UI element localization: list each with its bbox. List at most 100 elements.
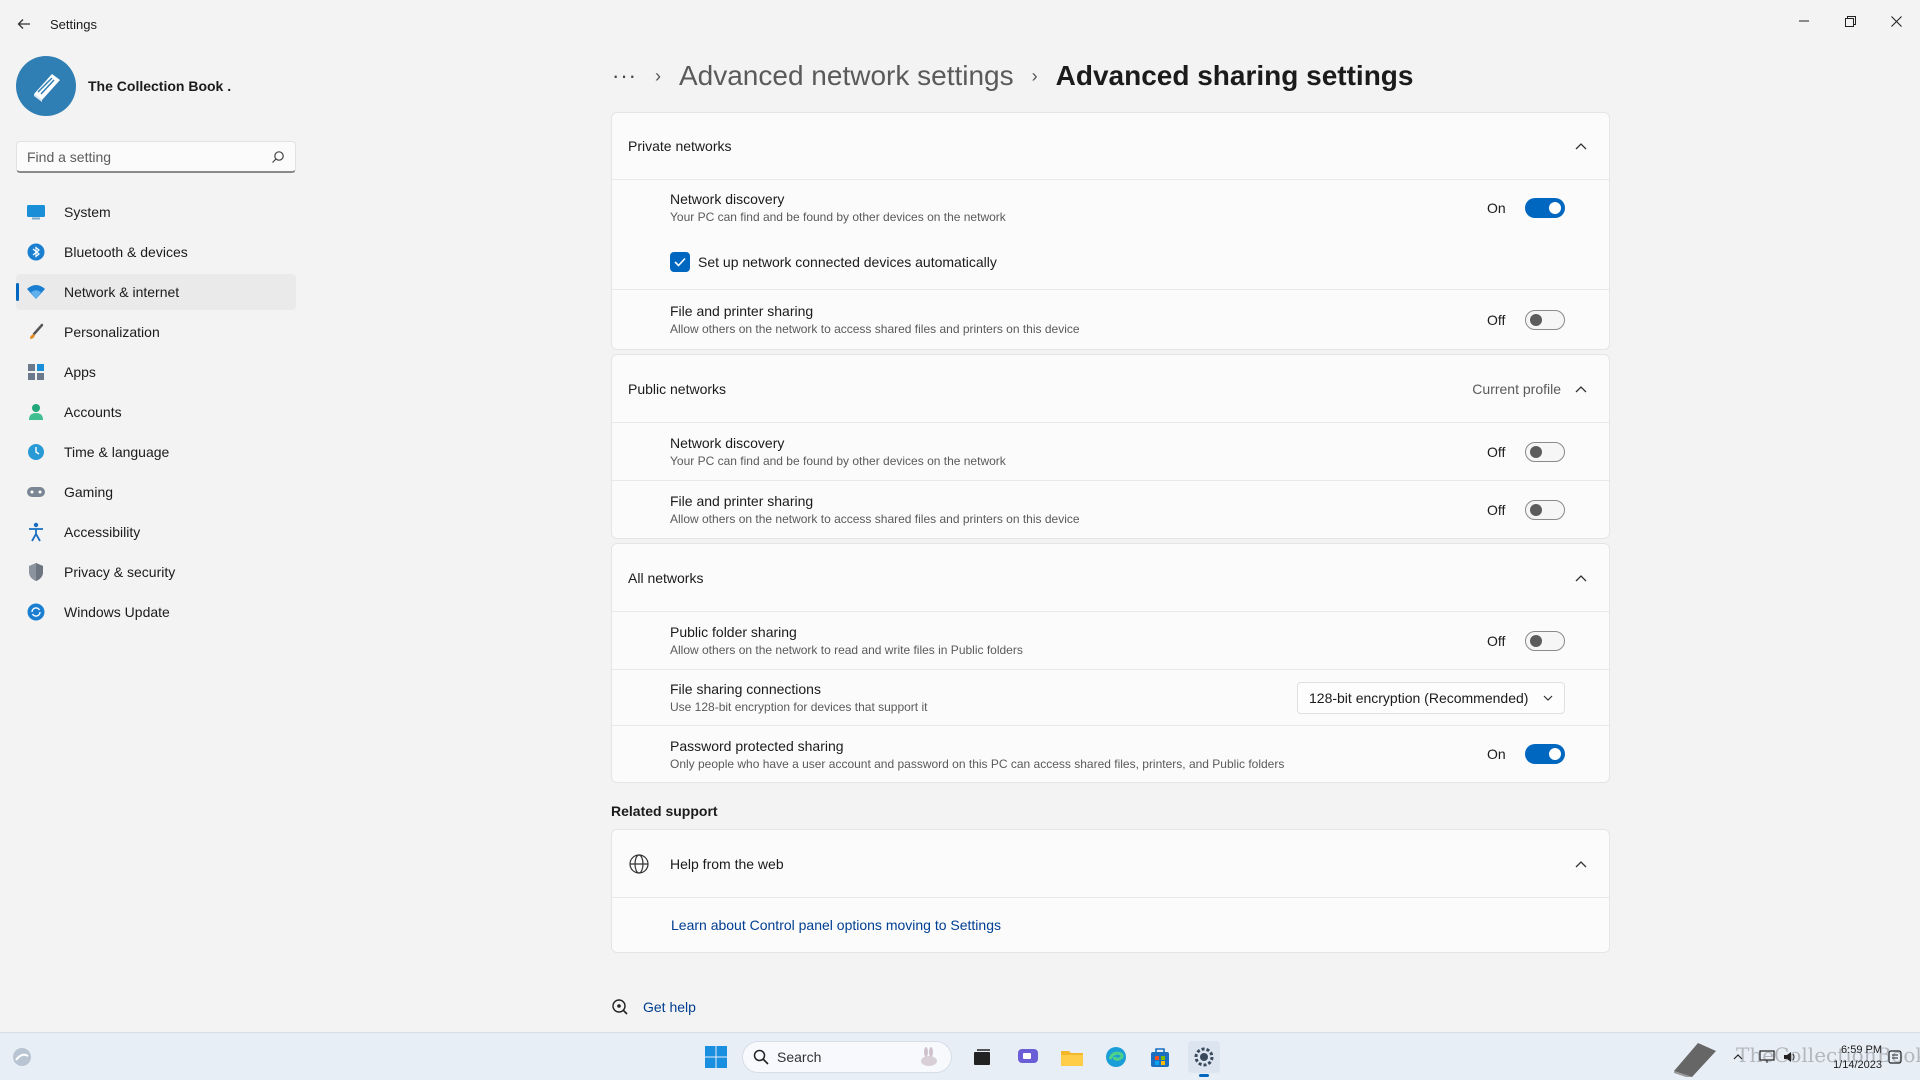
windows-logo-icon [705,1046,727,1068]
get-help-label: Get help [643,999,696,1015]
sidebar-item-bluetooth[interactable]: Bluetooth & devices [16,234,296,270]
chevron-up-icon [1569,860,1593,868]
sidebar-item-personalization[interactable]: Personalization [16,314,296,350]
apps-icon [26,362,46,382]
accessibility-icon [26,522,46,542]
control-panel-link[interactable]: Learn about Control panel options moving… [671,917,1001,933]
checkmark-icon [674,257,686,267]
start-button[interactable] [700,1041,732,1073]
toggle-state-label: Off [1487,501,1506,518]
auto-setup-checkbox[interactable] [670,252,690,272]
sidebar-item-label: Windows Update [64,604,170,620]
search-box[interactable] [16,141,296,173]
sidebar-item-apps[interactable]: Apps [16,354,296,390]
private-networks-header[interactable]: Private networks [612,113,1609,179]
sidebar-item-label: Bluetooth & devices [64,244,188,260]
sidebar-item-accounts[interactable]: Accounts [16,394,296,430]
minimize-button[interactable] [1781,6,1827,36]
sidebar-item-label: Accessibility [64,524,141,540]
public-folder-sharing-row: Public folder sharing Allow others on th… [612,611,1609,669]
dropdown-selected-value: 128-bit encryption (Recommended) [1309,689,1529,706]
task-view-button[interactable] [966,1041,998,1073]
get-help-link[interactable]: Get help [611,998,696,1016]
all-networks-header[interactable]: All networks [612,544,1609,611]
setting-description: Allow others on the network to read and … [670,643,1023,657]
private-network-discovery-toggle[interactable] [1525,197,1565,218]
sidebar-item-accessibility[interactable]: Accessibility [16,514,296,550]
public-folder-sharing-toggle[interactable] [1525,630,1565,651]
public-networks-header[interactable]: Public networks Current profile [612,355,1609,422]
person-icon [26,402,46,422]
private-network-discovery-row: Network discovery Your PC can find and b… [612,179,1609,235]
encryption-dropdown[interactable]: 128-bit encryption (Recommended) [1297,681,1565,714]
search-input[interactable] [27,148,271,165]
public-file-printer-toggle[interactable] [1525,499,1565,520]
sidebar-item-label: Personalization [64,324,160,340]
toggle-state-label: Off [1487,311,1506,328]
search-icon [753,1049,769,1065]
settings-content: Private networks Network discovery Your … [611,112,1610,957]
task-view-icon [974,1049,990,1065]
page-title: Advanced sharing settings [1055,60,1414,91]
taskbar-search[interactable]: Search [742,1041,952,1073]
help-from-web-header[interactable]: Help from the web [612,830,1609,897]
close-icon [1890,15,1902,27]
widgets-button[interactable] [6,1041,38,1073]
chat-icon [1018,1049,1038,1063]
related-support-heading: Related support [611,803,718,819]
sidebar-item-label: Accounts [64,404,122,420]
setting-description: Only people who have a user account and … [670,756,1285,771]
sidebar-item-time-language[interactable]: Time & language [16,434,296,470]
settings-app-button[interactable] [1188,1041,1220,1077]
setting-description: Allow others on the network to access sh… [670,512,1080,526]
setting-title: Password protected sharing [670,737,844,754]
public-network-discovery-toggle[interactable] [1525,441,1565,462]
folder-icon [1061,1051,1083,1066]
edge-button[interactable] [1100,1041,1132,1073]
back-button[interactable] [10,12,38,36]
password-protected-sharing-row: Password protected sharing Only people w… [612,725,1609,782]
related-support-card: Help from the web Learn about Control pa… [611,829,1610,953]
sidebar-item-privacy[interactable]: Privacy & security [16,554,296,590]
section-header-label: Private networks [628,138,732,154]
chat-button[interactable] [1012,1041,1044,1073]
file-sharing-connections-row: File sharing connections Use 128-bit enc… [612,669,1609,725]
section-header-label: Help from the web [670,855,784,872]
taskbar-search-label: Search [777,1049,822,1065]
setting-description: Your PC can find and be found by other d… [670,210,1006,224]
toggle-state-label: Off [1487,443,1506,460]
sidebar-item-windows-update[interactable]: Windows Update [16,594,296,630]
bluetooth-icon [26,242,46,262]
help-chat-icon [612,999,628,1015]
close-button[interactable] [1873,6,1919,36]
gamepad-icon [26,482,46,502]
password-protected-sharing-toggle[interactable] [1525,744,1565,764]
breadcrumb-parent-link[interactable]: Advanced network settings [679,60,1014,92]
section-header-label: Public networks [628,380,727,397]
sidebar-item-gaming[interactable]: Gaming [16,474,296,510]
public-networks-card: Public networks Current profile Network … [611,354,1610,539]
user-profile[interactable]: The Collection Book . [16,56,231,116]
file-explorer-button[interactable] [1056,1041,1088,1073]
weather-icon [13,1048,31,1066]
all-networks-card: All networks Public folder sharing Allow… [611,543,1610,783]
store-button[interactable] [1144,1041,1176,1073]
public-file-printer-row: File and printer sharing Allow others on… [612,480,1609,538]
checkbox-label: Set up network connected devices automat… [698,254,997,270]
store-icon [1151,1048,1169,1067]
breadcrumb-more-button[interactable]: ··· [612,63,637,89]
sidebar-item-label: Privacy & security [64,564,176,580]
private-file-printer-toggle[interactable] [1525,309,1565,330]
chevron-up-icon [1569,142,1593,150]
wifi-icon [26,282,46,302]
profile-name: The Collection Book . [88,78,232,94]
sidebar-item-system[interactable]: System [16,194,296,230]
edge-icon [1106,1047,1126,1067]
chevron-right-icon: › [1031,65,1038,86]
title-bar: Settings [0,0,1920,48]
sidebar-item-network[interactable]: Network & internet [16,274,296,310]
restore-button[interactable] [1827,6,1873,36]
sidebar-item-label: Apps [64,364,96,380]
sidebar-item-label: System [64,204,111,220]
globe-icon [629,853,649,874]
